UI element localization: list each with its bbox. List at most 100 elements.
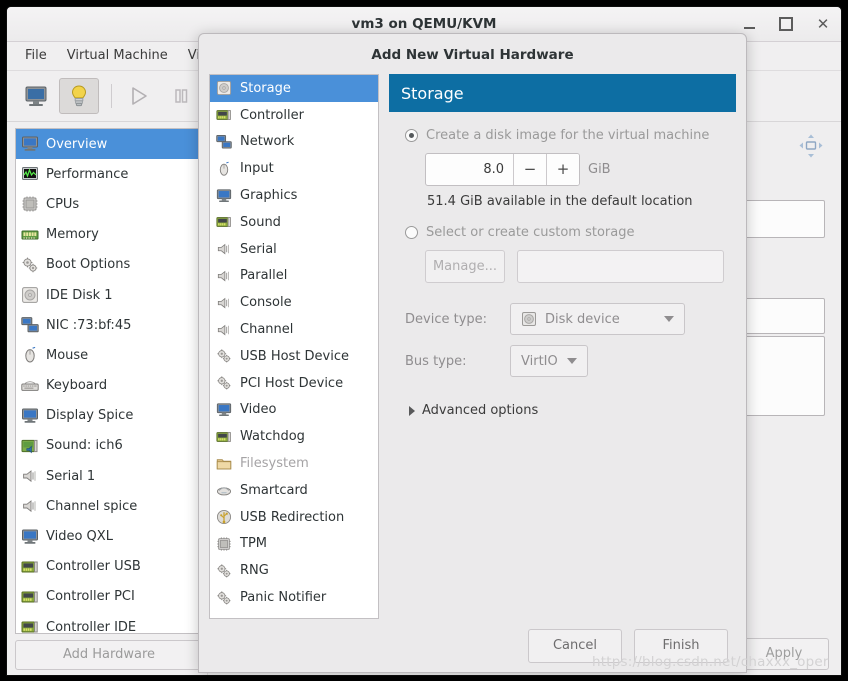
mouse-icon xyxy=(25,347,36,363)
device-list-item[interactable]: Serial xyxy=(210,236,378,263)
hardware-list-item-label: Serial 1 xyxy=(46,468,96,484)
device-list-item[interactable]: Console xyxy=(210,289,378,316)
device-list-item-label: Parallel xyxy=(240,268,288,284)
hardware-list-item[interactable]: Performance xyxy=(16,159,202,189)
create-disk-option[interactable]: Create a disk image for the virtual mach… xyxy=(405,128,724,143)
hardware-list-item[interactable]: IDE Disk 1 xyxy=(16,280,202,310)
device-list-item[interactable]: PCI Host Device xyxy=(210,370,378,397)
hardware-list-item[interactable]: CPUs xyxy=(16,189,202,219)
device-list-item[interactable]: Network xyxy=(210,129,378,156)
device-type-combobox[interactable]: Disk device xyxy=(510,303,685,335)
hardware-list-item[interactable]: Overview xyxy=(16,129,202,160)
device-list-item-label: PCI Host Device xyxy=(240,375,344,391)
bus-type-row: Bus type: VirtIO xyxy=(405,345,724,377)
controller-icon xyxy=(21,561,38,573)
graph-icon xyxy=(22,167,38,181)
hardware-list-item[interactable]: Memory xyxy=(16,220,202,250)
menu-virtual-machine[interactable]: Virtual Machine xyxy=(57,42,178,70)
device-list-item[interactable]: RNG xyxy=(210,557,378,584)
device-list-item-label: Input xyxy=(240,161,274,177)
device-list-item[interactable]: Panic Notifier xyxy=(210,584,378,611)
hardware-list-item[interactable]: Controller IDE xyxy=(16,612,202,633)
disk-size-spinner[interactable]: 8.0 − + xyxy=(425,153,580,186)
custom-storage-radio[interactable] xyxy=(405,226,418,239)
hardware-list-item-label: Overview xyxy=(46,136,108,152)
close-icon: ✕ xyxy=(816,14,830,33)
dialog-title: Add New Virtual Hardware xyxy=(371,47,574,63)
hardware-list-item[interactable]: Controller PCI xyxy=(16,582,202,612)
hardware-list-item[interactable]: NIC :73:bf:45 xyxy=(16,310,202,340)
device-list-item-label: TPM xyxy=(240,536,267,552)
hardware-list-item[interactable]: Keyboard xyxy=(16,371,202,401)
maximize-button[interactable] xyxy=(776,14,796,34)
hardware-list-item[interactable]: Boot Options xyxy=(16,250,202,280)
device-list-item[interactable]: USB Redirection xyxy=(210,504,378,531)
hardware-list-item-label: Performance xyxy=(46,166,129,182)
disk-size-value[interactable]: 8.0 xyxy=(426,154,513,185)
device-list-item[interactable]: Sound xyxy=(210,209,378,236)
device-list-item[interactable]: Graphics xyxy=(210,182,378,209)
hardware-list-item-label: Boot Options xyxy=(46,257,131,273)
gears-icon xyxy=(217,590,231,604)
disk-size-decrease-button[interactable]: − xyxy=(513,154,546,185)
disk-size-unit: GiB xyxy=(588,162,611,177)
display-icon xyxy=(22,408,38,423)
show-details-button[interactable] xyxy=(59,78,99,114)
manage-button[interactable]: Manage... xyxy=(425,250,505,283)
panel-header: Storage xyxy=(389,74,736,112)
run-button[interactable] xyxy=(120,79,158,113)
close-button[interactable]: ✕ xyxy=(813,14,833,34)
advanced-options-expander[interactable]: Advanced options xyxy=(409,403,724,418)
device-list-item[interactable]: USB Host Device xyxy=(210,343,378,370)
gears-icon xyxy=(22,257,38,273)
device-list-item[interactable]: Video xyxy=(210,397,378,424)
hardware-list-item[interactable]: Channel spice xyxy=(16,491,202,521)
hardware-list-item-label: Controller PCI xyxy=(46,589,135,605)
hardware-list-item-label: Mouse xyxy=(46,347,89,363)
hardware-list-item[interactable]: Sound: ich6 xyxy=(16,431,202,461)
device-list-item[interactable]: Storage xyxy=(210,75,378,102)
menu-file[interactable]: File xyxy=(15,42,57,70)
hardware-list-item[interactable]: Display Spice xyxy=(16,401,202,431)
dialog-footer: Cancel Finish xyxy=(199,620,746,672)
minimize-button[interactable] xyxy=(739,14,759,34)
device-list-item-label: USB Host Device xyxy=(240,348,350,364)
device-list-item[interactable]: Controller xyxy=(210,102,378,129)
memory-icon xyxy=(21,230,39,240)
create-disk-radio[interactable] xyxy=(405,129,418,142)
computer-icon xyxy=(22,136,38,151)
apply-button[interactable]: Apply xyxy=(739,638,829,670)
cancel-button[interactable]: Cancel xyxy=(528,629,622,663)
storage-path-input[interactable] xyxy=(517,250,724,283)
add-hardware-wrap: Add Hardware xyxy=(15,634,203,675)
hardware-list-item[interactable]: Mouse xyxy=(16,340,202,370)
device-list-item-label: Smartcard xyxy=(240,482,308,498)
device-list-item[interactable]: Smartcard xyxy=(210,477,378,504)
add-hardware-button[interactable]: Add Hardware xyxy=(15,640,203,670)
pause-button[interactable] xyxy=(162,79,200,113)
hardware-list-item[interactable]: Controller USB xyxy=(16,552,202,582)
disk-icon xyxy=(22,287,38,303)
disk-size-increase-button[interactable]: + xyxy=(546,154,579,185)
hardware-sidebar: Overview Performance CPUs Memory Boot Option… xyxy=(7,122,207,675)
hardware-list[interactable]: Overview Performance CPUs Memory Boot Option… xyxy=(15,128,203,634)
create-disk-label: Create a disk image for the virtual mach… xyxy=(426,128,710,143)
chevron-right-icon xyxy=(409,405,415,416)
bus-type-combobox[interactable]: VirtIO xyxy=(510,345,588,377)
gears-icon xyxy=(217,376,231,390)
usb-icon xyxy=(216,510,232,525)
device-list-item-label: Channel xyxy=(240,322,294,338)
hardware-list-item[interactable]: Video QXL xyxy=(16,521,202,551)
show-console-button[interactable] xyxy=(17,79,55,113)
device-list-item[interactable]: TPM xyxy=(210,531,378,558)
device-list-item[interactable]: Input xyxy=(210,155,378,182)
custom-storage-option[interactable]: Select or create custom storage xyxy=(405,225,724,240)
device-list-item[interactable]: Watchdog xyxy=(210,423,378,450)
device-list-item[interactable]: Parallel xyxy=(210,263,378,290)
hardware-list-item[interactable]: Serial 1 xyxy=(16,461,202,491)
gears-icon xyxy=(217,564,231,578)
device-type-list[interactable]: Storage Controller Network Input Graphics Sou… xyxy=(209,74,379,619)
device-list-item[interactable]: Channel xyxy=(210,316,378,343)
finish-button[interactable]: Finish xyxy=(634,629,728,663)
hardware-list-item-label: Channel spice xyxy=(46,498,138,514)
